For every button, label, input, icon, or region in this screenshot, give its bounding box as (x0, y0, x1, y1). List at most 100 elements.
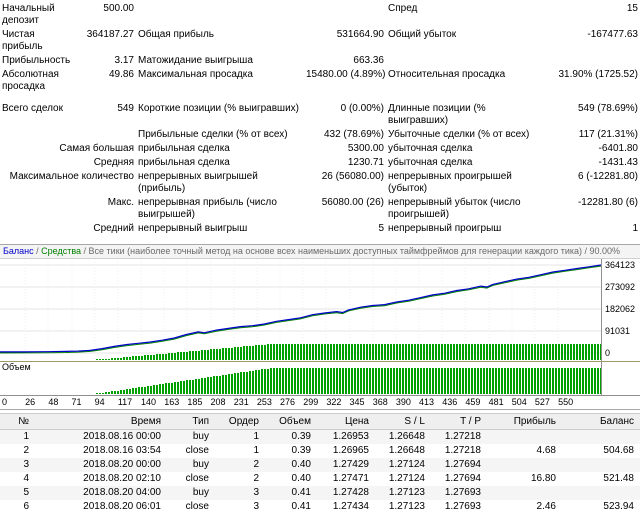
x-axis-label: 550 (558, 397, 574, 407)
trade-row[interactable]: 3 2018.08.20 00:00 buy 2 0.40 1.27429 1.27124 1… (0, 458, 640, 472)
column-header: Объем (265, 413, 317, 430)
stat-label: прибыльная сделка (138, 157, 230, 168)
column-header: Баланс (562, 413, 640, 430)
x-axis-label: 0 (2, 397, 8, 407)
stat-label (0, 128, 78, 142)
trades-table: № Время Тип Ордер Объем Цена S / LT / P Прибыль… (0, 413, 640, 514)
graph-legend: Баланс / Средства / Все тики (наиболее т… (0, 245, 640, 259)
trade-cell: 2.46 (536, 501, 556, 512)
stat-label: Общая прибыль (138, 29, 215, 40)
report-summary: Начальный депозит 500.00 Спред 15 Чистая при… (0, 2, 640, 236)
stat-label: Убыточные сделки (% от всех) (388, 129, 530, 140)
stat-label: Спред (388, 3, 418, 14)
x-axis-label: 413 (419, 397, 435, 407)
model-description: Все тики (наиболее точный метод на основ… (88, 246, 582, 256)
stat-value: -167477.63 (587, 29, 638, 40)
trade-cell: 1.27434 (332, 501, 369, 512)
stat-value: 549 (78.69%) (577, 103, 638, 114)
stat-value: 0 (0.00%) (340, 103, 384, 114)
trade-row[interactable]: 6 2018.08.20 06:01 close 3 0.41 1.27434 1.2712… (0, 500, 640, 514)
stat-label: Матожидание выигрыша (138, 55, 253, 66)
volume-bars-svg (96, 368, 601, 394)
x-axis-label: 322 (326, 397, 342, 407)
trade-cell: 2 (23, 445, 29, 456)
stat-label: убыточная сделка (388, 157, 473, 168)
trade-cell: 1.27693 (444, 501, 481, 512)
trade-cell: 0.40 (291, 473, 311, 484)
trade-cell: 521.48 (603, 473, 634, 484)
trade-cell: 0.39 (291, 431, 311, 442)
balance-line (0, 264, 601, 353)
stat-label: Средняя (93, 157, 134, 168)
x-axis-label: 368 (372, 397, 388, 407)
trade-cell: close (185, 473, 209, 484)
column-header: Время (35, 413, 167, 430)
stat-value: 500.00 (103, 3, 134, 14)
stat-label: непрерывный выигрыш (138, 223, 248, 234)
stat-label: непрерывный проигрыш (388, 223, 502, 234)
stat-value: 432 (78.69%) (323, 129, 384, 140)
stat-value: 663.36 (353, 55, 384, 66)
stat-value: -12281.80 (6) (577, 197, 638, 208)
stat-value (78, 128, 136, 142)
trade-cell: 1 (253, 431, 259, 442)
x-axis-label: 71 (71, 397, 82, 407)
stat-label: Самая большая (59, 143, 134, 154)
volume-y-axis-spacer (601, 362, 640, 395)
x-axis-label: 436 (442, 397, 458, 407)
stat-label: непрерывная прибыль (число выигрышей) (138, 197, 277, 220)
stat-label: Прибыльность (2, 55, 71, 66)
trade-cell (562, 486, 640, 500)
stat-value: 1230.71 (347, 157, 384, 168)
trade-cell: close (185, 501, 209, 512)
stat-label: Общий убыток (388, 29, 457, 40)
stat-label: Длинные позиции (% выигравших) (388, 103, 486, 126)
y-axis-label: 91031 (605, 326, 631, 336)
x-axis: 0 26 48 71 94 117 140 163 185 208 231 253 276 299 322 3… (0, 395, 640, 409)
stat-value: 15480.00 (4.89%) (306, 69, 386, 80)
stat-label: непрерывный убыток (число проигрышей) (388, 197, 521, 220)
trade-cell: 1.27218 (444, 445, 481, 456)
trade-cell: 2018.08.20 04:00 (83, 487, 161, 498)
summary-row: Макс. непрерывная прибыль (число выигрыше… (0, 196, 640, 222)
trade-cell: 5 (23, 487, 29, 498)
trade-cell: 1.27694 (444, 459, 481, 470)
volume-panel[interactable]: Объем (0, 361, 640, 395)
column-header: Цена (317, 413, 375, 430)
volume-panel-label: Объем (2, 362, 31, 372)
x-axis-label: 527 (534, 397, 550, 407)
trade-cell: 523.94 (603, 501, 634, 512)
trade-cell: 1.27218 (444, 431, 481, 442)
stat-label: Максимальная просадка (138, 69, 253, 80)
trade-cell: 6 (23, 501, 29, 512)
trade-cell: 4 (23, 473, 29, 484)
trade-cell: 2018.08.20 06:01 (83, 501, 161, 512)
trade-cell: 1.27124 (388, 473, 425, 484)
stat-value: 3.17 (114, 55, 134, 66)
x-axis-label: 390 (395, 397, 411, 407)
trade-cell: 0.41 (291, 487, 311, 498)
legend-separator: / (81, 246, 89, 256)
x-axis-label: 231 (233, 397, 249, 407)
y-axis: 364123 273092 182062 91031 0 (601, 259, 640, 361)
equity-line (0, 265, 601, 354)
trade-cell: 3 (23, 459, 29, 470)
trade-cell: 1.26965 (332, 445, 369, 456)
stat-label: непрерывных выигрышей (прибыль) (138, 171, 258, 194)
stat-value: 5 (378, 223, 384, 234)
stat-label: убыточная сделка (388, 143, 473, 154)
trade-row[interactable]: 5 2018.08.20 04:00 buy 3 0.41 1.27428 1.27123 1… (0, 486, 640, 500)
trade-cell: 1.27123 (388, 487, 425, 498)
stat-value: 49.86 (108, 69, 134, 80)
x-axis-label: 253 (256, 397, 272, 407)
trade-row[interactable]: 2 2018.08.16 03:54 close 1 0.39 1.26965 1.2664… (0, 444, 640, 458)
trade-cell: 3 (253, 501, 259, 512)
balance-plot-area[interactable]: 364123 273092 182062 91031 0 (0, 259, 640, 361)
strategy-tester-report: Начальный депозит 500.00 Спред 15 Чистая при… (0, 2, 640, 514)
trade-row[interactable]: 1 2018.08.16 00:00 buy 1 0.39 1.26953 1.26648 1… (0, 429, 640, 444)
y-axis-label: 0 (605, 348, 611, 358)
y-axis-label: 273092 (605, 282, 636, 292)
stat-label (386, 54, 548, 68)
trade-row[interactable]: 4 2018.08.20 02:10 close 2 0.40 1.27471 1.2712… (0, 472, 640, 486)
stat-label: Макс. (107, 197, 134, 208)
